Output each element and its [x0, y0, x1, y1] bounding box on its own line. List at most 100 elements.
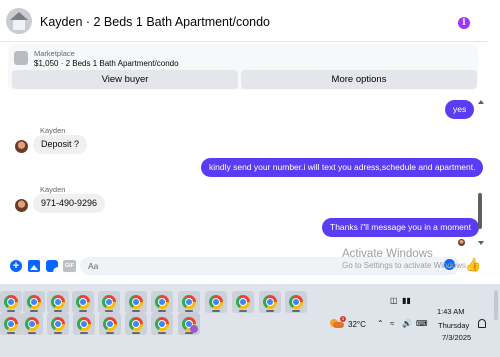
chrome-icon — [129, 317, 143, 331]
house-body — [13, 20, 25, 30]
avatar[interactable] — [15, 199, 28, 212]
app-indicator — [7, 332, 15, 334]
notification-bell-icon[interactable] — [478, 319, 486, 328]
scroll-up-icon[interactable] — [478, 100, 484, 104]
chat-title[interactable]: Kayden · 2 Beds 1 Bath Apartment/condo — [40, 15, 270, 29]
avatar[interactable] — [15, 140, 28, 153]
listing-image — [14, 51, 28, 65]
chrome-icon — [4, 317, 18, 331]
keyboard-icon[interactable]: ⌨ — [416, 319, 428, 328]
incoming-message[interactable]: Deposit ? — [33, 135, 88, 154]
listing-thumbnail[interactable] — [6, 8, 32, 34]
gif-icon[interactable]: GIF — [63, 260, 76, 272]
weather-badge: 1 — [340, 316, 346, 322]
chrome-icon — [4, 295, 18, 309]
taskbar-app[interactable] — [23, 291, 45, 313]
app-indicator — [30, 310, 38, 312]
chrome-icon — [103, 317, 117, 331]
chrome-icon — [182, 317, 198, 333]
taskbar-app[interactable] — [0, 291, 22, 313]
app-indicator — [292, 310, 300, 312]
chrome-icon — [263, 295, 277, 309]
wifi-icon[interactable]: ≈ — [390, 319, 394, 328]
app-indicator — [185, 310, 193, 312]
app-indicator — [79, 310, 87, 312]
chrome-icon — [76, 295, 90, 309]
sender-name: Kayden — [40, 185, 66, 194]
clock-date[interactable]: 7/3/2025 — [442, 333, 471, 342]
chrome-icon — [289, 295, 303, 309]
tablet-icon[interactable]: ◫ — [390, 296, 398, 305]
cloud-shape — [333, 322, 344, 328]
watermark-title: Activate Windows — [342, 248, 433, 260]
taskbar-app[interactable] — [151, 313, 173, 335]
taskbar-app[interactable] — [125, 291, 147, 313]
taskbar-app[interactable] — [285, 291, 307, 313]
app-indicator — [106, 332, 114, 334]
app-indicator — [132, 310, 140, 312]
taskbar-app[interactable] — [232, 291, 254, 313]
app-indicator — [266, 310, 274, 312]
scroll-thumb[interactable] — [478, 193, 482, 229]
clock-time[interactable]: 1:43 AM — [437, 307, 465, 316]
taskbar-app[interactable] — [47, 313, 69, 335]
chrome-icon — [209, 295, 223, 309]
sticker-icon[interactable] — [46, 260, 58, 272]
taskbar-app[interactable] — [98, 291, 120, 313]
plus-icon[interactable]: + — [10, 260, 22, 272]
incoming-message[interactable]: 971-490-9296 — [33, 194, 106, 213]
chrome-icon — [102, 295, 116, 309]
chrome-icon — [129, 295, 143, 309]
chrome-icon — [236, 295, 250, 309]
taskbar-app[interactable] — [72, 291, 94, 313]
chrome-icon — [155, 295, 169, 309]
clock-day[interactable]: Thursday — [438, 321, 469, 330]
chevron-up-icon[interactable]: ⌃ — [377, 319, 384, 328]
app-indicator — [28, 332, 36, 334]
outgoing-message[interactable]: yes — [445, 100, 475, 119]
taskbar-scrollbar[interactable] — [494, 290, 498, 320]
outgoing-message[interactable]: kindly send your number.i will text you … — [201, 158, 484, 177]
taskbar-app-active[interactable] — [178, 313, 200, 335]
sender-name: Kayden — [40, 126, 66, 135]
taskbar-app[interactable] — [47, 291, 69, 313]
chrome-icon — [51, 295, 65, 309]
marketplace-label: Marketplace — [34, 49, 75, 58]
taskbar-app[interactable] — [21, 313, 43, 335]
weather-temperature[interactable]: 32°C — [348, 320, 366, 329]
chat-window: Kayden · 2 Beds 1 Bath Apartment/condo i… — [0, 0, 488, 284]
chrome-icon — [25, 317, 39, 331]
activate-windows-watermark: Activate Windows Go to Settings to activ… — [342, 248, 468, 270]
more-options-button[interactable]: More options — [241, 70, 477, 89]
taskbar-app[interactable] — [205, 291, 227, 313]
photo-icon[interactable] — [28, 260, 40, 272]
watermark-subtitle: Go to Settings to activate Windows. — [342, 261, 469, 270]
volume-icon[interactable]: 🔊 — [402, 319, 412, 328]
taskbar-app[interactable] — [73, 313, 95, 335]
app-indicator — [80, 332, 88, 334]
taskbar-app[interactable] — [178, 291, 200, 313]
app-indicator — [239, 310, 247, 312]
chrome-icon — [51, 317, 65, 331]
app-indicator — [54, 332, 62, 334]
taskbar-app[interactable] — [0, 313, 22, 335]
scroll-down-icon[interactable] — [478, 241, 484, 245]
info-icon[interactable]: i — [458, 17, 470, 29]
taskbar-app[interactable] — [125, 313, 147, 335]
taskbar-app[interactable] — [99, 313, 121, 335]
app-indicator — [105, 310, 113, 312]
outgoing-message[interactable]: Thanks i"ll message you in a moment — [322, 218, 479, 237]
app-indicator — [7, 310, 15, 312]
house-icon — [10, 12, 28, 20]
chrome-icon — [27, 295, 41, 309]
taskbar-app[interactable] — [151, 291, 173, 313]
view-buyer-button[interactable]: View buyer — [12, 70, 238, 89]
battery-icon[interactable]: ▮▮ — [402, 296, 411, 305]
listing-summary[interactable]: $1,050 · 2 Beds 1 Bath Apartment/condo — [34, 59, 179, 68]
chrome-icon — [77, 317, 91, 331]
taskbar-app[interactable] — [259, 291, 281, 313]
chrome-icon — [155, 317, 169, 331]
app-indicator — [54, 310, 62, 312]
app-indicator — [212, 310, 220, 312]
app-indicator — [158, 310, 166, 312]
